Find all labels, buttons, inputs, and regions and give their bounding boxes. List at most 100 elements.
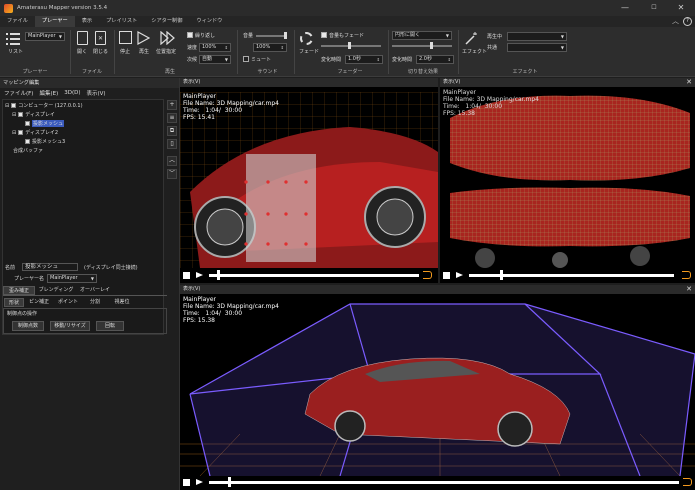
repeat-select[interactable]: 自動 ▼ (199, 55, 231, 64)
volume-spinner[interactable]: 100% ⇕ (253, 43, 287, 52)
open-button-label[interactable]: 開く (77, 48, 87, 55)
tree-item-display2[interactable]: ⊟ ディスプレイ2 (12, 129, 58, 137)
copy-icon[interactable]: ⧉ (167, 126, 177, 136)
stop-icon[interactable] (183, 479, 190, 486)
mapping-menu-edit[interactable]: 編集(E) (39, 89, 58, 97)
tree-item-display[interactable]: ⊟ ディスプレイ (12, 111, 55, 119)
mapping-menu-view[interactable]: 表示(V) (87, 89, 106, 97)
position-button-label[interactable]: 位置指定 (156, 48, 176, 55)
expand-icon[interactable]: ⊟ (5, 103, 9, 109)
seek-knob[interactable] (227, 477, 231, 487)
delete-icon[interactable]: ▯ (167, 139, 177, 149)
magic-wand-icon[interactable] (464, 31, 478, 45)
menu-view[interactable]: 表示 (75, 16, 99, 27)
subtab-pin[interactable]: ピン補正 (26, 298, 52, 307)
fade-slider[interactable] (321, 45, 381, 47)
stop-icon[interactable] (443, 272, 450, 279)
menu-file[interactable]: ファイル (0, 16, 35, 27)
play-icon[interactable] (137, 31, 150, 45)
close-view-icon[interactable]: ✕ (686, 285, 692, 294)
effect-button-label[interactable]: エフェクト (462, 48, 487, 55)
tree-checkbox[interactable] (25, 139, 30, 144)
view-title-2[interactable]: 表示(V) (440, 78, 695, 87)
loop-checkbox[interactable] (187, 32, 193, 38)
player-select[interactable]: MainPlayer ▼ (25, 32, 65, 41)
subtab-divide[interactable]: 分割 (84, 298, 106, 307)
menu-player[interactable]: プレーヤー (34, 16, 75, 27)
play-icon[interactable] (196, 479, 203, 485)
playing-effect-select[interactable]: ▼ (507, 32, 567, 41)
seek-bar[interactable] (209, 481, 679, 484)
play-icon[interactable] (456, 272, 463, 278)
volume-fade-checkbox[interactable] (321, 32, 327, 38)
tab-distortion[interactable]: 歪み補正 (3, 286, 35, 295)
list-icon[interactable] (6, 33, 20, 45)
move-up-icon[interactable]: ︿ (167, 156, 177, 166)
rotate-button[interactable]: 回転 (96, 321, 124, 331)
expand-icon[interactable]: ⊟ (12, 112, 16, 118)
tab-overlay[interactable]: オーバーレイ (77, 286, 113, 295)
play-button-label[interactable]: 再生 (139, 48, 149, 55)
mapping-menu-file[interactable]: ファイル(F) (4, 89, 33, 97)
menu-theater[interactable]: シアター制御 (144, 16, 189, 27)
tree-checkbox[interactable] (11, 103, 17, 108)
subtab-parallax[interactable]: 視差位 (108, 298, 136, 307)
volume-slider-knob[interactable] (284, 32, 287, 39)
name-field[interactable]: 投影メッシュ (22, 263, 78, 271)
loop-icon[interactable] (423, 271, 432, 279)
minimize-button[interactable]: — (611, 0, 639, 16)
mapping-menu-3d[interactable]: 3D(D) (64, 90, 80, 96)
tree-item-mesh3[interactable]: 投影メッシュ3 (25, 138, 65, 145)
list-button-label[interactable]: リスト (8, 48, 23, 55)
maximize-button[interactable]: ☐ (640, 0, 668, 16)
view-title-3[interactable]: 表示(V) (180, 285, 695, 294)
list-edit-icon[interactable]: ≡ (167, 113, 177, 123)
fade-slider-knob[interactable] (348, 42, 351, 49)
collapse-ribbon-icon[interactable]: ︿ (672, 16, 679, 26)
loop-icon[interactable] (682, 271, 691, 279)
common-effect-select[interactable]: ▼ (507, 43, 567, 52)
move-resize-button[interactable]: 移動/リサイズ (50, 321, 90, 331)
stop-icon[interactable] (183, 272, 190, 279)
loop-icon[interactable] (683, 478, 692, 486)
player-name-select[interactable]: MainPlayer ▼ (47, 274, 97, 283)
seek-knob[interactable] (217, 270, 221, 280)
close-file-icon[interactable]: ✕ (95, 31, 106, 45)
control-point-count-button[interactable]: 制御点数 (12, 321, 44, 331)
tree-checkbox[interactable] (25, 121, 30, 126)
transition-time-spinner[interactable]: 2.0秒 ⇕ (416, 55, 454, 64)
fade-icon[interactable] (300, 32, 313, 45)
play-icon[interactable] (196, 272, 203, 278)
transition-slider[interactable] (392, 45, 452, 47)
tree-item-computer[interactable]: ⊟ コンピューター (127.0.0.1) (5, 102, 83, 110)
seek-bar[interactable] (209, 274, 419, 277)
transition-select[interactable]: 円形に開く ▼ (392, 31, 452, 40)
seek-knob[interactable] (499, 270, 503, 280)
fade-button-label[interactable]: フェード (299, 48, 319, 55)
subtab-point[interactable]: ポイント (54, 298, 82, 307)
tab-blending[interactable]: ブレンディング (37, 286, 75, 295)
add-icon[interactable]: + (167, 100, 177, 110)
menu-playlist[interactable]: プレイリスト (99, 16, 144, 27)
transition-slider-knob[interactable] (430, 42, 433, 49)
expand-icon[interactable]: ⊟ (12, 130, 16, 136)
close-button-label[interactable]: 閉じる (93, 48, 108, 55)
move-down-icon[interactable]: ﹀ (167, 169, 177, 179)
mute-checkbox[interactable] (243, 56, 249, 62)
help-icon[interactable]: ? (683, 17, 692, 26)
fade-time-spinner[interactable]: 1.0秒 ⇕ (345, 55, 383, 64)
view-title-1[interactable]: 表示(V) (180, 78, 438, 87)
tree-item-buffer[interactable]: 合成バッファ (13, 147, 43, 154)
stop-button-label[interactable]: 停止 (120, 48, 130, 55)
tree-item-mesh[interactable]: 投影メッシュ (25, 120, 65, 127)
tree-checkbox[interactable] (18, 112, 24, 117)
volume-slider[interactable] (256, 35, 286, 37)
speed-spinner[interactable]: 100% ⇕ (199, 43, 231, 52)
close-view-icon[interactable]: ✕ (686, 78, 692, 87)
tree-checkbox[interactable] (18, 130, 24, 135)
close-window-button[interactable]: ✕ (667, 0, 695, 16)
open-file-icon[interactable] (77, 31, 88, 45)
subtab-shape[interactable]: 形状 (4, 298, 24, 307)
menu-window[interactable]: ウィンドウ (189, 16, 229, 27)
stop-icon[interactable] (119, 31, 132, 44)
